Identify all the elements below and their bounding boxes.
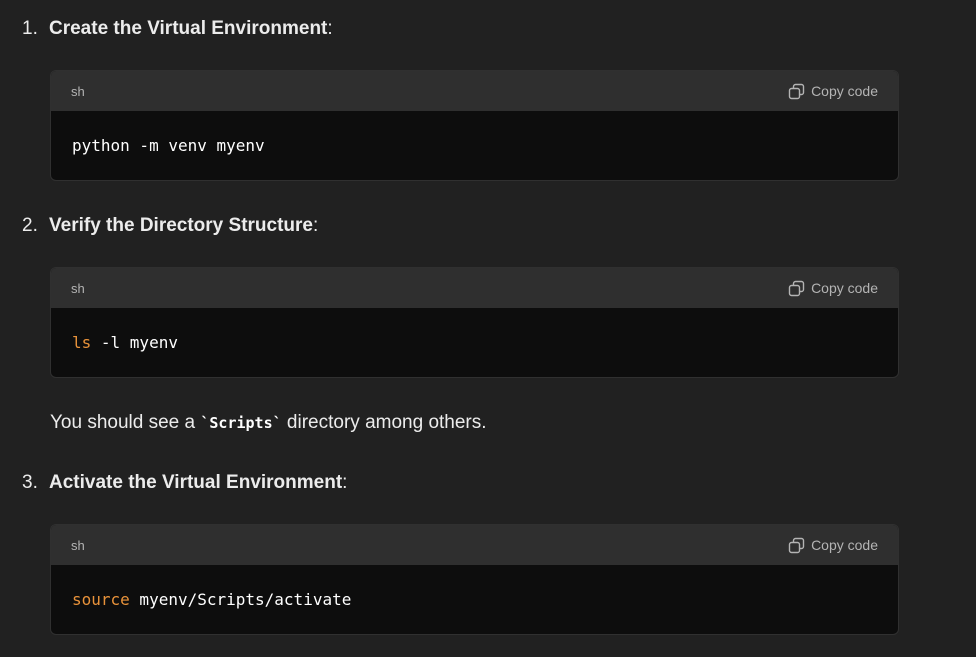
- step-title: Verify the Directory Structure: [49, 215, 313, 236]
- step-title: Activate the Virtual Environment: [49, 472, 343, 493]
- step-3-heading: 3. Activate the Virtual Environment:: [22, 470, 347, 496]
- copy-code-label: Copy code: [811, 83, 878, 99]
- note-text-after: directory among others.: [281, 412, 487, 433]
- copy-icon: [788, 537, 805, 553]
- copy-code-button[interactable]: Copy code: [788, 537, 878, 554]
- code-language: sh: [71, 280, 85, 296]
- step-number: 1.: [22, 18, 38, 39]
- code-content: source myenv/Scripts/activate: [51, 565, 898, 634]
- step-number: 3.: [22, 472, 38, 493]
- note-text-before: You should see a: [50, 412, 201, 433]
- copy-code-button[interactable]: Copy code: [788, 280, 878, 297]
- code-header: sh Copy code: [51, 525, 898, 565]
- step-number: 2.: [22, 215, 38, 236]
- step-2-heading: 2. Verify the Directory Structure:: [22, 213, 318, 239]
- step-suffix: :: [312, 215, 319, 236]
- inline-code: `Scripts`: [200, 414, 282, 432]
- step-title: Create the Virtual Environment: [49, 18, 328, 39]
- code-block-3: sh Copy code source myenv/Scripts/activa…: [50, 524, 899, 635]
- code-content: ls -l myenv: [51, 308, 898, 377]
- code-keyword: source: [72, 590, 130, 609]
- step-1-heading: 1. Create the Virtual Environment:: [22, 16, 333, 42]
- code-text: myenv/Scripts/activate: [129, 590, 352, 609]
- code-language: sh: [71, 83, 85, 99]
- code-header: sh Copy code: [51, 268, 898, 308]
- code-keyword: ls: [72, 333, 92, 352]
- code-text: -l myenv: [91, 333, 178, 352]
- copy-icon: [788, 280, 805, 296]
- code-block-1: sh Copy code python -m venv myenv: [50, 70, 899, 181]
- copy-code-label: Copy code: [811, 537, 878, 553]
- copy-icon: [788, 83, 805, 99]
- copy-code-button[interactable]: Copy code: [788, 83, 878, 100]
- note-paragraph: You should see a `Scripts` directory amo…: [50, 410, 487, 436]
- copy-code-label: Copy code: [811, 280, 878, 296]
- code-block-2: sh Copy code ls -l myenv: [50, 267, 899, 378]
- code-language: sh: [71, 537, 85, 553]
- code-content: python -m venv myenv: [51, 111, 898, 180]
- code-header: sh Copy code: [51, 71, 898, 111]
- step-suffix: :: [342, 472, 348, 493]
- code-text: python -m venv myenv: [72, 136, 265, 155]
- step-suffix: :: [327, 18, 333, 39]
